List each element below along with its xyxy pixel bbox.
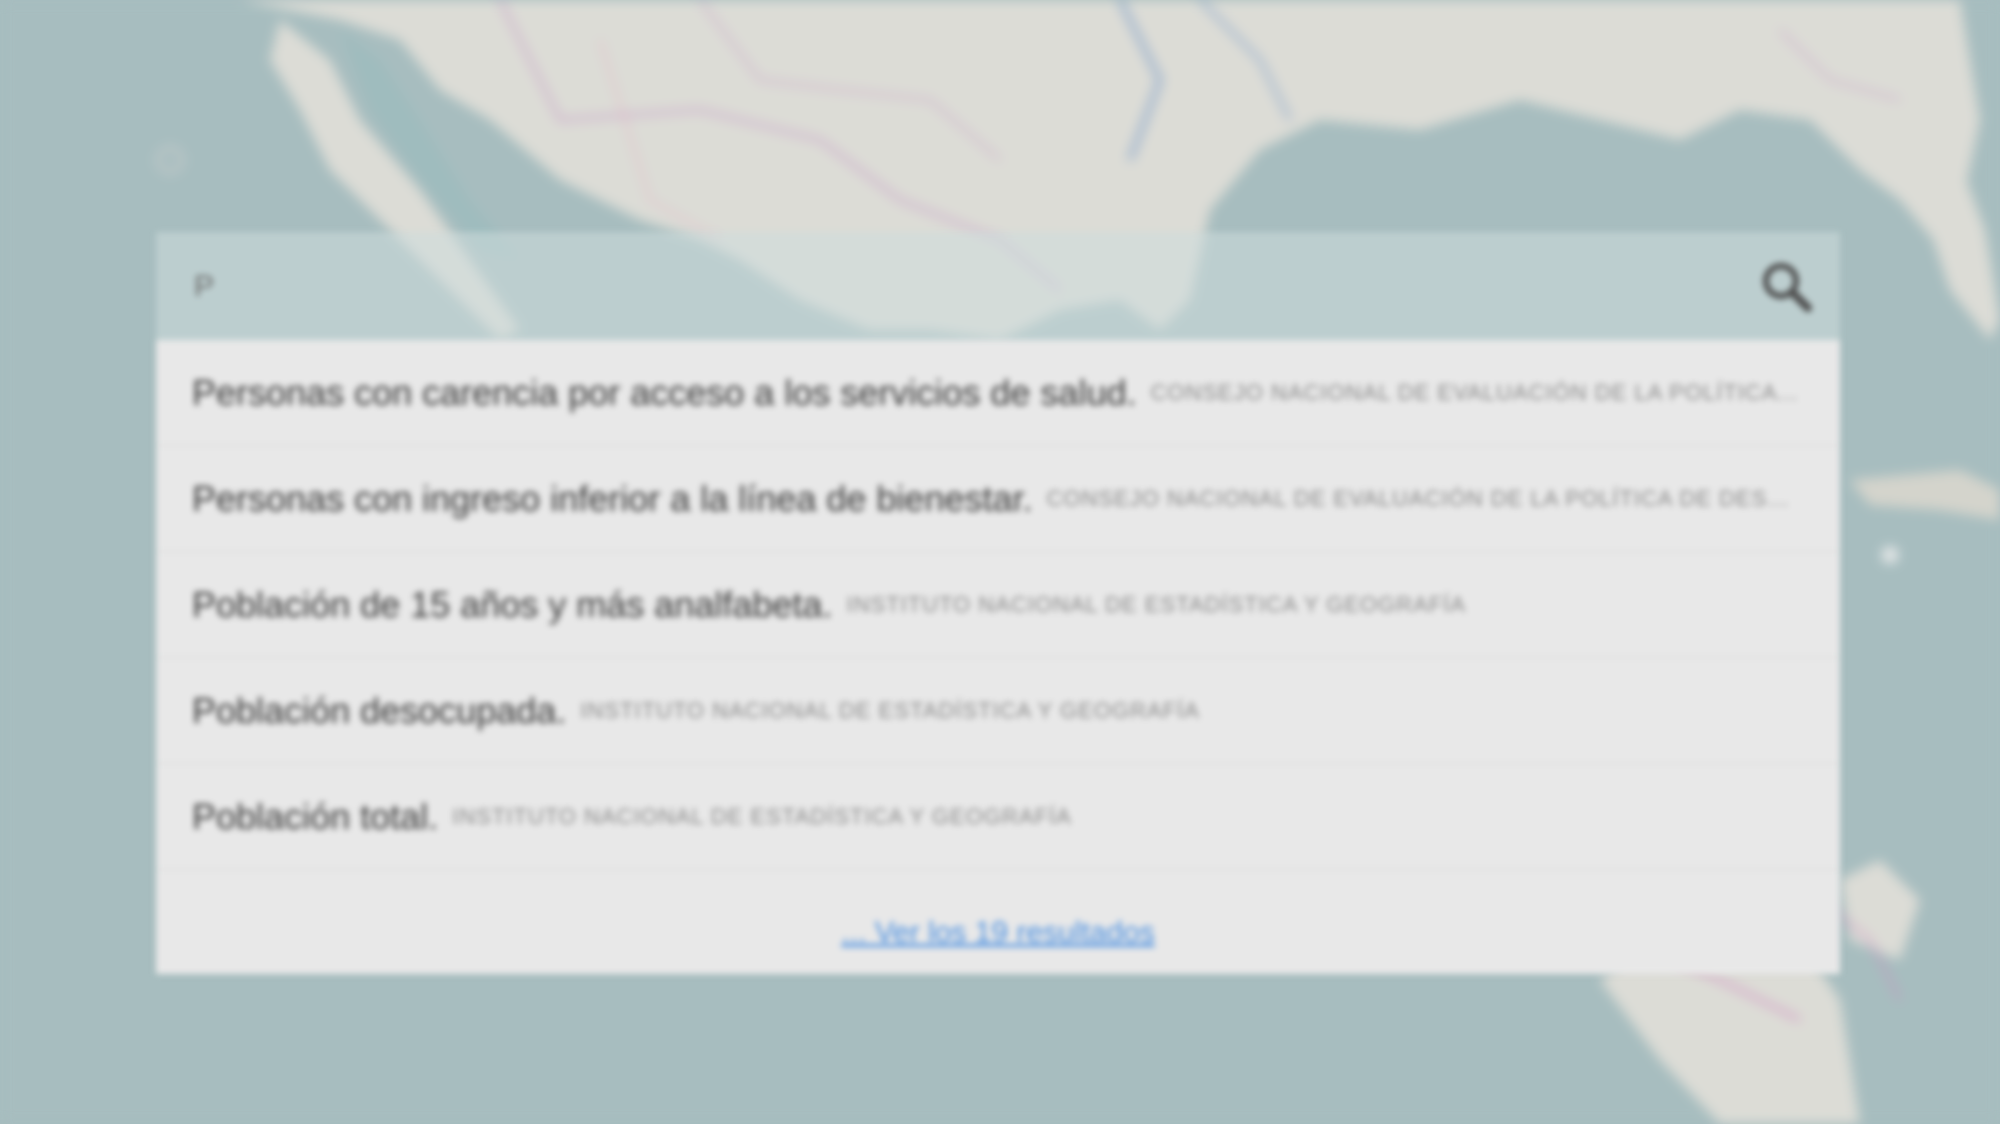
more-results-wrap: ... Ver los 19 resultados: [156, 916, 1840, 950]
result-title: Población total.: [192, 795, 439, 837]
result-source: Consejo Nacional de Evaluación de la Pol…: [1150, 379, 1801, 405]
search-bar: [156, 232, 1840, 340]
view-all-results-link[interactable]: ... Ver los 19 resultados: [841, 916, 1155, 949]
result-source: Consejo Nacional de Evaluación de la Pol…: [1046, 485, 1800, 511]
search-button[interactable]: [1756, 256, 1816, 316]
list-item[interactable]: Población de 15 años y más analfabeta. I…: [156, 552, 1840, 658]
result-source: Instituto Nacional de Estadística y Geog…: [846, 591, 1467, 617]
result-title: Población de 15 años y más analfabeta.: [192, 583, 833, 625]
search-panel: Personas con carencia por acceso a los s…: [156, 232, 1840, 974]
result-title: Personas con carencia por acceso a los s…: [192, 371, 1137, 413]
search-icon: [1756, 263, 1816, 319]
list-item[interactable]: Personas con ingreso inferior a la línea…: [156, 446, 1840, 552]
search-input[interactable]: [192, 254, 1716, 320]
result-title: Personas con ingreso inferior a la línea…: [192, 477, 1033, 519]
list-item[interactable]: Población desocupada. Instituto Nacional…: [156, 658, 1840, 764]
list-item[interactable]: Personas con carencia por acceso a los s…: [156, 340, 1840, 446]
result-source: Instituto Nacional de Estadística y Geog…: [580, 697, 1200, 723]
search-results-list: Personas con carencia por acceso a los s…: [156, 340, 1840, 974]
result-title: Población desocupada.: [192, 689, 567, 731]
list-item[interactable]: Población total. Instituto Nacional de E…: [156, 764, 1840, 870]
result-source: Instituto Nacional de Estadística y Geog…: [452, 803, 1072, 829]
